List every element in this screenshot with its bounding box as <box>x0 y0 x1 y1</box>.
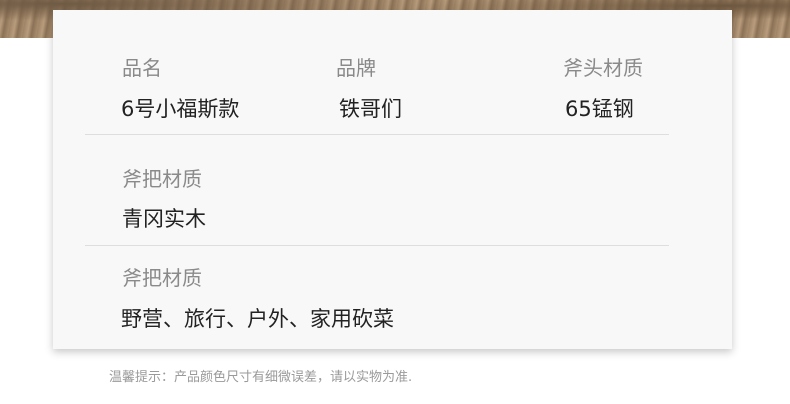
handle-material-label: 斧把材质 <box>122 167 202 191</box>
row-divider <box>85 245 669 246</box>
name-label: 品名 <box>122 56 162 80</box>
row-divider <box>85 134 669 135</box>
brand-value: 铁哥们 <box>339 97 402 121</box>
usage-label: 斧把材质 <box>122 266 202 290</box>
disclaimer-note: 温馨提示：产品颜色尺寸有细微误差，请以实物为准. <box>109 370 413 385</box>
spec-card: 品名 6号小福斯款 品牌 铁哥们 斧头材质 65锰钢 斧把材质 青冈实木 斧把材… <box>53 10 732 349</box>
name-value: 6号小福斯款 <box>121 97 240 121</box>
axe-head-material-label: 斧头材质 <box>563 56 643 80</box>
brand-label: 品牌 <box>336 56 376 80</box>
axe-head-material-value: 65锰钢 <box>565 97 634 121</box>
usage-value: 野营、旅行、户外、家用砍菜 <box>121 307 394 331</box>
handle-material-value: 青冈实木 <box>122 207 206 231</box>
